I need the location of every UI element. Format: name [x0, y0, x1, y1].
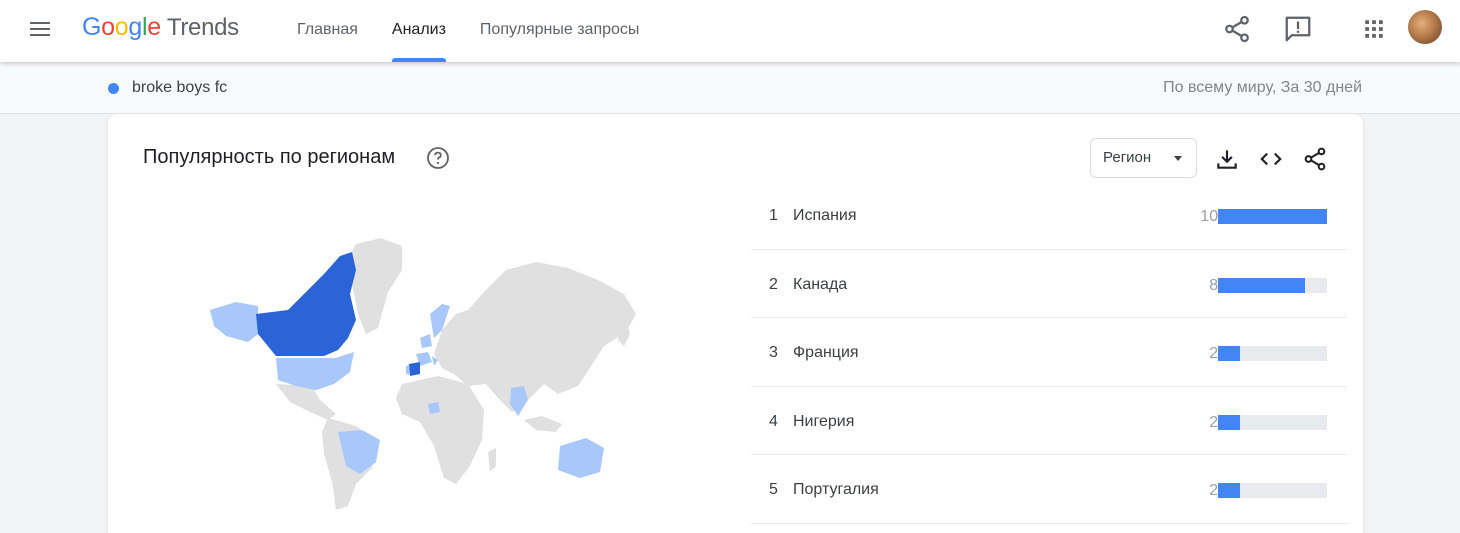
list-item[interactable]: 2 Канада 80 — [751, 250, 1347, 318]
feedback-icon[interactable] — [1283, 14, 1313, 44]
nav-home[interactable]: Главная — [280, 0, 375, 62]
share-icon[interactable] — [1222, 14, 1252, 44]
score-bar — [1218, 209, 1327, 224]
google-trends-logo[interactable]: Google Trends — [82, 13, 239, 42]
map-nigeria[interactable] — [428, 402, 440, 414]
rank-number: 2 — [769, 275, 778, 293]
rank-number: 5 — [769, 481, 778, 498]
score-bar-fill — [1218, 414, 1240, 430]
map-africa[interactable] — [396, 376, 484, 484]
help-icon[interactable] — [426, 146, 450, 170]
nav-explore[interactable]: Анализ — [375, 0, 463, 62]
score-bar — [1218, 483, 1327, 498]
score-bar-fill — [1218, 209, 1327, 224]
main-nav: Главная Анализ Популярные запросы — [280, 0, 656, 62]
apps-grid-icon[interactable] — [1359, 14, 1389, 44]
region-name[interactable]: Нигерия — [793, 413, 854, 431]
rank-number: 3 — [769, 344, 778, 361]
scope-summary[interactable]: По всему миру, За 30 дней — [1163, 79, 1362, 97]
score-bar — [1218, 346, 1327, 361]
list-item[interactable]: 1 Испания 100 — [751, 181, 1347, 250]
region-select-label: Регион — [1103, 149, 1152, 166]
score-bar — [1218, 414, 1327, 430]
region-name[interactable]: Канада — [793, 276, 847, 294]
nav-trending-searches[interactable]: Популярные запросы — [463, 0, 656, 62]
term-color-dot — [108, 83, 119, 94]
score-bar-fill — [1218, 483, 1240, 498]
list-item[interactable]: 4 Нигерия 20 — [751, 387, 1347, 455]
menu-icon[interactable] — [26, 18, 54, 42]
score-bar-fill — [1218, 277, 1306, 293]
map-indonesia[interactable] — [524, 416, 562, 432]
list-item[interactable]: 3 Франция 20 — [751, 318, 1347, 387]
region-resolution-select[interactable]: Регион — [1090, 138, 1197, 178]
top-app-bar: Google Trends Главная Анализ Популярные з… — [0, 0, 1460, 62]
region-name[interactable]: Португалия — [793, 481, 879, 499]
score-bar-fill — [1218, 346, 1240, 361]
map-uk[interactable] — [420, 334, 432, 348]
map-usa[interactable] — [276, 352, 354, 390]
map-madagascar[interactable] — [488, 448, 496, 472]
map-canada[interactable] — [256, 252, 356, 356]
interest-by-region-card: Популярность по регионам Регион 1 Испани… — [108, 114, 1363, 533]
map-spain[interactable] — [409, 362, 420, 376]
avatar[interactable] — [1408, 10, 1442, 44]
rank-number: 4 — [769, 412, 778, 430]
embed-icon[interactable] — [1258, 146, 1284, 172]
map-australia[interactable] — [558, 438, 604, 478]
rank-number: 1 — [769, 207, 778, 224]
download-icon[interactable] — [1214, 146, 1240, 172]
search-term-label[interactable]: broke boys fc — [132, 79, 227, 97]
region-name[interactable]: Франция — [793, 344, 859, 362]
world-map[interactable] — [206, 234, 646, 514]
card-title: Популярность по регионам — [143, 146, 396, 168]
map-central-america[interactable] — [276, 384, 336, 420]
region-ranking-list: 1 Испания 100 2 Канада 80 3 Франция 20 4… — [751, 181, 1347, 524]
map-alaska[interactable] — [210, 302, 258, 342]
score-bar — [1218, 277, 1327, 293]
list-item[interactable]: 5 Португалия 20 — [751, 455, 1347, 524]
dropdown-caret-icon — [1174, 156, 1182, 161]
region-name[interactable]: Испания — [793, 207, 857, 225]
search-term-bar: broke boys fc По всему миру, За 30 дней — [0, 62, 1460, 114]
share-icon[interactable] — [1302, 146, 1328, 172]
